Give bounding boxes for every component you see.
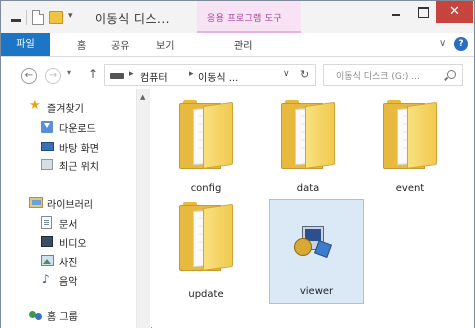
file-name: event xyxy=(395,183,425,194)
nav-homegroup-label: 홈 그룹 xyxy=(47,312,78,323)
forward-button[interactable]: → xyxy=(45,68,61,84)
recent-places-icon xyxy=(41,159,53,170)
star-icon: ★ xyxy=(29,98,41,113)
refresh-icon[interactable]: ↻ xyxy=(300,68,309,81)
videos-icon xyxy=(41,236,53,247)
title-bar: ▾ 이동식 디스... 응용 프로그램 도구 ✕ xyxy=(1,1,474,33)
maximize-button[interactable] xyxy=(411,1,435,23)
new-folder-icon[interactable] xyxy=(49,11,63,24)
folder-item-data[interactable]: data xyxy=(264,95,352,199)
address-history-dropdown-icon[interactable]: ∨ xyxy=(283,69,290,79)
file-name: update xyxy=(188,289,224,300)
file-list: config data event update viewer xyxy=(152,89,474,328)
context-tab-header: 응용 프로그램 도구 xyxy=(197,1,301,33)
folder-item-config[interactable]: config xyxy=(162,95,250,199)
drive-icon xyxy=(110,73,124,79)
nav-downloads-label: 다운로드 xyxy=(59,124,96,135)
nav-videos-label: 비디오 xyxy=(59,239,87,250)
tab-share[interactable]: 공유 xyxy=(111,37,129,52)
back-button[interactable]: ← xyxy=(21,68,37,84)
folder-icon xyxy=(281,100,337,169)
nav-favorites-label: 즐겨찾기 xyxy=(47,104,84,115)
tab-view[interactable]: 보기 xyxy=(156,37,174,52)
folder-icon xyxy=(383,100,439,169)
search-placeholder: 이동식 디스크 (G:) ... xyxy=(336,72,420,82)
documents-icon xyxy=(41,216,52,229)
installer-icon xyxy=(294,222,334,262)
nav-pictures-label: 사진 xyxy=(59,258,78,269)
minimize-button[interactable] xyxy=(383,1,409,23)
address-row: ← → ▾ ↑ ▸ 컴퓨터 ▸ 이동식 ... ∨ ↻ 이동식 디스크 (G:)… xyxy=(1,58,474,88)
download-icon xyxy=(41,121,53,133)
nav-desktop-label: 바탕 화면 xyxy=(59,144,99,155)
recent-locations-icon[interactable]: ▾ xyxy=(67,68,71,77)
window-title: 이동식 디스... xyxy=(95,12,170,26)
system-menu-icon[interactable] xyxy=(9,10,23,24)
nav-scrollbar[interactable]: ▲ xyxy=(136,89,150,328)
context-tab-header-label: 응용 프로그램 도구 xyxy=(207,14,282,24)
quick-access-dropdown-icon[interactable]: ▾ xyxy=(68,11,78,25)
scroll-up-arrow-icon[interactable]: ▲ xyxy=(140,93,145,101)
breadcrumb-removable-disk[interactable]: 이동식 ... xyxy=(198,69,238,84)
file-name: viewer xyxy=(299,286,334,297)
nav-music-label: 음악 xyxy=(59,277,78,288)
navigation-pane: ★ 즐겨찾기 다운로드 바탕 화면 최근 위치 라이브러리 문서 비디오 사진 … xyxy=(1,89,151,328)
ribbon-expand-icon[interactable]: ∨ xyxy=(439,38,446,49)
pictures-icon xyxy=(41,255,54,266)
address-bar[interactable]: ▸ 컴퓨터 ▸ 이동식 ... ∨ ↻ xyxy=(104,64,316,86)
properties-icon[interactable] xyxy=(32,10,44,25)
close-button[interactable]: ✕ xyxy=(436,1,473,23)
nav-libraries-label: 라이브러리 xyxy=(47,200,93,211)
folder-item-update[interactable]: update xyxy=(162,197,250,301)
up-button[interactable]: ↑ xyxy=(88,67,98,81)
music-icon: ♪ xyxy=(42,272,50,286)
explorer-window: ▾ 이동식 디스... 응용 프로그램 도구 ✕ 파일 홈 공유 보기 관리 ∨… xyxy=(0,0,475,328)
ribbon-tabs: 파일 홈 공유 보기 관리 ∨ ? xyxy=(1,33,474,57)
file-item-viewer[interactable]: viewer xyxy=(269,199,364,304)
breadcrumb-computer[interactable]: 컴퓨터 xyxy=(140,69,168,84)
breadcrumb-separator[interactable]: ▸ xyxy=(189,69,194,79)
search-input[interactable]: 이동식 디스크 (G:) ... xyxy=(323,64,463,86)
file-name: config xyxy=(190,183,222,194)
tab-file[interactable]: 파일 xyxy=(1,33,50,56)
library-icon xyxy=(29,197,43,208)
homegroup-icon xyxy=(29,309,43,321)
nav-recent-places-label: 최근 위치 xyxy=(59,162,99,173)
help-icon[interactable]: ? xyxy=(454,37,468,51)
nav-documents-label: 문서 xyxy=(59,220,78,231)
folder-icon xyxy=(179,100,235,169)
folder-item-event[interactable]: event xyxy=(366,95,454,199)
file-name: data xyxy=(296,183,320,194)
desktop-icon xyxy=(41,142,54,151)
tab-manage[interactable]: 관리 xyxy=(234,37,252,52)
tab-home[interactable]: 홈 xyxy=(77,37,86,52)
folder-icon xyxy=(179,202,235,271)
breadcrumb-separator[interactable]: ▸ xyxy=(129,69,134,79)
quick-access-separator xyxy=(26,10,27,25)
search-icon[interactable] xyxy=(447,70,456,79)
